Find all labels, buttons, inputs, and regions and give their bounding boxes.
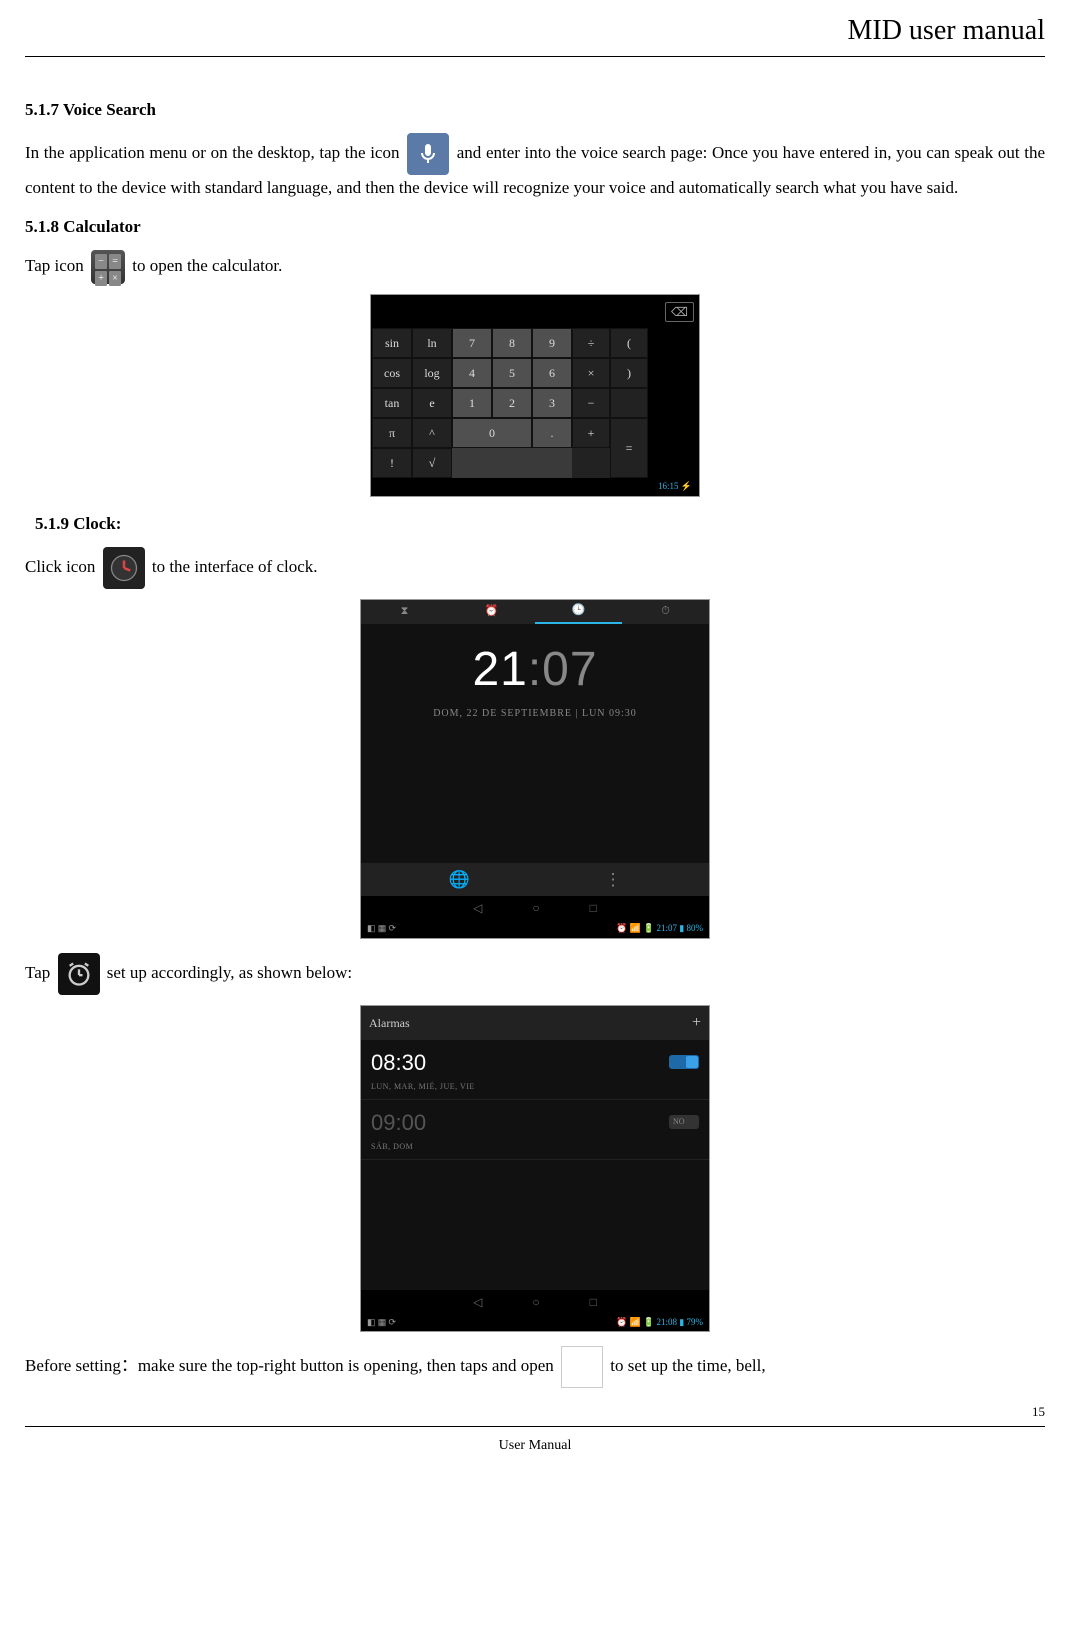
clock-minutes: :07 [528, 643, 598, 696]
voice-text-pre: In the application menu or on the deskto… [25, 142, 399, 161]
alarms-title: Alarmas [369, 1014, 410, 1032]
page-number: 15 [25, 1402, 1045, 1422]
clock-time-display: 21:07 [361, 634, 709, 706]
status-right: ⏰ 📶 🔋 21:08 ▮ 79% [616, 1316, 703, 1330]
calc-key: 5 [492, 358, 532, 388]
voice-paragraph: In the application menu or on the deskto… [25, 133, 1045, 201]
calc-key: 6 [532, 358, 572, 388]
doc-header-title: MID user manual [25, 10, 1045, 52]
status-right: ⏰ 📶 🔋 21:07 ▮ 80% [616, 922, 703, 936]
nav-button: ○ [532, 1293, 539, 1311]
calc-key: √ [412, 448, 452, 478]
clock-tab: ⏰ [448, 600, 535, 624]
alarm-status-bar: ◧ ▦ ⟳ ⏰ 📶 🔋 21:08 ▮ 79% [361, 1314, 709, 1332]
nav-button: □ [590, 1293, 597, 1311]
clock-tab: ⧗ [361, 600, 448, 624]
footer-rule [25, 1426, 1045, 1427]
calc-key: − [572, 388, 610, 418]
before-text-pre: Before setting：make sure the top-right b… [25, 1356, 558, 1375]
calc-key: 7 [452, 328, 492, 358]
microphone-icon [407, 133, 449, 175]
calc-key: 3 [532, 388, 572, 418]
section-voice-title: 5.1.7 Voice Search [25, 97, 1045, 123]
alarm-days: LUN, MAR, MIÉ, JUE, VIE [371, 1081, 699, 1093]
calc-status-bar: 16:15 ⚡ [372, 478, 698, 496]
alarm-clock-icon [58, 953, 100, 995]
alarm-time: 08:30 [371, 1046, 426, 1079]
calc-key: ) [610, 358, 648, 388]
header-rule [25, 56, 1045, 57]
clock-paragraph: Click icon to the interface of clock. [25, 547, 1045, 589]
alarm-row: 08:30 LUN, MAR, MIÉ, JUE, VIE [361, 1040, 709, 1100]
calc-key: = [610, 418, 648, 478]
clock-date: DOM, 22 DE SEPTIEMBRE | LUN 09:30 [361, 706, 709, 721]
calc-key: ln [412, 328, 452, 358]
calculator-icon: − = + × [91, 250, 125, 284]
section-clock-title: 5.1.9 Clock: [35, 511, 1045, 537]
alarm-row: 09:00 SÁB, DOM [361, 1100, 709, 1160]
backspace-icon: ⌫ [665, 302, 694, 322]
status-left: ◧ ▦ ⟳ [367, 1316, 396, 1330]
calc-key: + [572, 418, 610, 448]
alarms-header: Alarmas + [361, 1006, 709, 1040]
calc-key: ÷ [572, 328, 610, 358]
calc-key: 1 [452, 388, 492, 418]
section-calc-title: 5.1.8 Calculator [25, 214, 1045, 240]
calc-icon-cell: + [95, 271, 107, 286]
nav-button: ◁ [473, 899, 482, 917]
calc-key: 8 [492, 328, 532, 358]
calc-key: ( [610, 328, 648, 358]
calc-key: e [412, 388, 452, 418]
nav-button: □ [590, 899, 597, 917]
tap-text-post: set up accordingly, as shown below: [107, 962, 352, 981]
calc-key: ! [372, 448, 412, 478]
calc-key: 9 [532, 328, 572, 358]
calc-key [610, 388, 648, 418]
calc-key: 4 [452, 358, 492, 388]
calc-key: . [532, 418, 572, 448]
clock-icon [103, 547, 145, 589]
clock-text-post: to the interface of clock. [152, 556, 318, 575]
calc-key: × [572, 358, 610, 388]
alarms-screenshot: Alarmas + 08:30 LUN, MAR, MIÉ, JUE, VIE 09… [360, 1005, 710, 1333]
before-setting-paragraph: Before setting：make sure the top-right b… [25, 1346, 1045, 1388]
alarm-toggle [669, 1115, 699, 1129]
clock-text-pre: Click icon [25, 556, 100, 575]
calc-icon-cell: = [109, 254, 121, 269]
clock-bottom-icon: 🌐 [448, 867, 469, 893]
alarm-days: SÁB, DOM [371, 1141, 699, 1153]
add-alarm-icon: + [692, 1011, 701, 1035]
footer-label: User Manual [25, 1435, 1045, 1456]
status-left: ◧ ▦ ⟳ [367, 922, 396, 936]
nav-button: ◁ [473, 1293, 482, 1311]
calc-key: sin [372, 328, 412, 358]
clock-tab: ⏱ [622, 600, 709, 624]
calc-key: cos [372, 358, 412, 388]
calc-key: log [412, 358, 452, 388]
clock-tab: 🕒 [535, 600, 622, 624]
calc-icon-cell: − [95, 254, 107, 269]
calc-text-pre: Tap icon [25, 255, 84, 274]
blank-placeholder-icon [561, 1346, 603, 1388]
alarm-toggle [669, 1055, 699, 1069]
alarm-tap-paragraph: Tap set up accordingly, as shown below: [25, 953, 1045, 995]
calc-key: tan [372, 388, 412, 418]
clock-screenshot: ⧗⏰🕒⏱ 21:07 DOM, 22 DE SEPTIEMBRE | LUN 0… [360, 599, 710, 939]
calculator-screenshot: ⌫ sinlncoslogtaneπ^!√ 789 456 1230. ÷(×)−+… [370, 294, 700, 498]
calc-key: 0 [452, 418, 532, 448]
calc-icon-cell: × [109, 271, 121, 286]
calc-key: π [372, 418, 412, 448]
alarm-time: 09:00 [371, 1106, 426, 1139]
clock-bottom-icon: ⋮ [605, 867, 622, 893]
before-text-post: to set up the time, bell, [610, 1356, 765, 1375]
calc-display: ⌫ [372, 296, 698, 328]
clock-hours: 21 [472, 643, 527, 696]
tap-text-pre: Tap [25, 962, 55, 981]
clock-status-bar: ◧ ▦ ⟳ ⏰ 📶 🔋 21:07 ▮ 80% [361, 920, 709, 938]
nav-button: ○ [532, 899, 539, 917]
calc-paragraph: Tap icon − = + × to open the calculator. [25, 250, 1045, 284]
calc-key: ^ [412, 418, 452, 448]
calc-key: 2 [492, 388, 532, 418]
calc-text-post: to open the calculator. [132, 255, 282, 274]
